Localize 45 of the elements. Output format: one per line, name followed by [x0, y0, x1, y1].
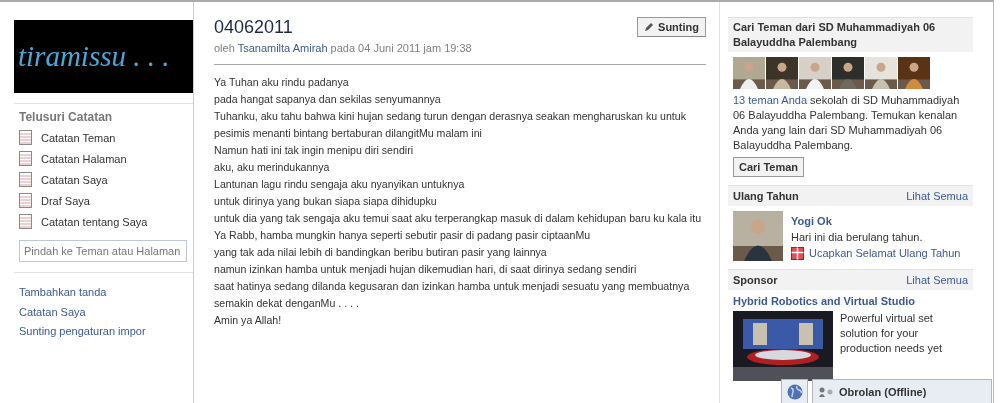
description: 13 teman Anda sekolah di SD Muhammadiyah 06 Balayuddha Palembang. Temukan kenalan Anda yang lain dari SD Muhammadiyah 06 Balayuddha Palembang. — [733, 93, 961, 153]
sidebar-item[interactable]: Catatan Halaman — [41, 152, 127, 165]
note-title: 04062011 — [214, 16, 294, 38]
person-name[interactable]: Yogi Ok — [791, 215, 832, 227]
link[interactable]: Tambahkan tanda — [19, 283, 193, 303]
note-text: untuk dia yang tak sengaja aku temui saat aku terperangkap masuk di dalam kehidupan baru ku kala itu — [214, 211, 703, 226]
note-text: namun izinkan hamba untuk menjadi hujan dikemudian hari, di saat dirinya sedang sendiri — [214, 262, 638, 277]
section-title: Sponsor — [733, 274, 778, 286]
note-text: semakin dekat denganMu . . . . — [214, 296, 360, 311]
chat-button[interactable]: Obrolan (Offline) — [812, 379, 992, 403]
box-title: Cari Teman dari SD Muhammadiyah 06 Balayuddha Palembang — [728, 17, 973, 52]
note-text: Lantunan lagu rindu sengaja aku nyanyikan untuknya — [214, 177, 466, 192]
link[interactable]: Sunting pengaturan impor — [19, 322, 193, 342]
see-all-link[interactable]: Lihat Semua — [906, 274, 968, 286]
edit-button[interactable]: Sunting — [637, 17, 706, 37]
ad-title[interactable]: Hybrid Robotics and Virtual Studio — [728, 290, 973, 309]
section-heading: Telusuri Catatan — [19, 110, 114, 124]
friends-link[interactable]: 13 teman Anda — [733, 94, 807, 106]
sidebar-item[interactable]: Catatan Saya — [41, 173, 108, 186]
note-text: Tuhanku, aku tahu bahwa kini hujan sedang turun dengan derasnya seakan mengharuskan ku untuk — [214, 109, 687, 124]
see-all-link[interactable]: Lihat Semua — [906, 190, 968, 202]
logo: tiramissu . . . — [14, 20, 193, 93]
author-link[interactable]: Tsanamilta Amirah — [237, 42, 328, 54]
greeting-link[interactable]: Ucapkan Selamat Ulang Tahun — [809, 245, 961, 261]
section-title: Ulang Tahun — [733, 190, 799, 202]
note-text: pada hangat sapanya dan sekilas senyumannya — [214, 92, 442, 107]
byline-text: oleh — [214, 42, 235, 54]
sidebar-item[interactable]: Draf Saya — [41, 194, 90, 207]
note-text: pesimis menanti bintang bertaburan dilangitMu malam ini — [214, 126, 483, 141]
note-text: yang tak ada nilai lebih di bandingkan beribu butiran pasir yang lainnya — [214, 245, 548, 260]
sidebar-item[interactable]: Catatan tentang Saya — [41, 215, 148, 228]
search-field[interactable]: Pindah ke Teman atau Halaman — [19, 240, 187, 262]
note-text: Ya Tuhan aku rindu padanya — [214, 75, 350, 90]
ad-text: Powerful virtual set solution for your production needs yet — [840, 311, 944, 356]
note-text: Amin ya Allah! — [214, 313, 283, 328]
note-text: Ya Rabb, hamba mungkin hanya seperti sebutir pasir di padang pasir ciptaanMu — [214, 228, 592, 243]
note-text: untuk dirinya yang bukan siapa siapa dihidupku — [214, 194, 438, 209]
find-friends-button[interactable]: Cari Teman — [733, 157, 805, 177]
note-text: Namun hati ini tak ingin menipu diri sendiri — [214, 143, 415, 158]
birthday-text: Hari ini dia berulang tahun. — [791, 230, 924, 245]
note-date: pada 04 Juni 2011 jam 19:38 — [330, 42, 472, 54]
link[interactable]: Catatan Saya — [19, 302, 193, 322]
sidebar-item[interactable]: Catatan Teman — [41, 131, 116, 144]
note-text: aku, aku merindukannya — [214, 160, 331, 175]
note-text: saat hatinya sedang dilanda kegusaran dan izinkan hamba untuk menjadi sesuatu yang membuatnya — [214, 279, 691, 294]
